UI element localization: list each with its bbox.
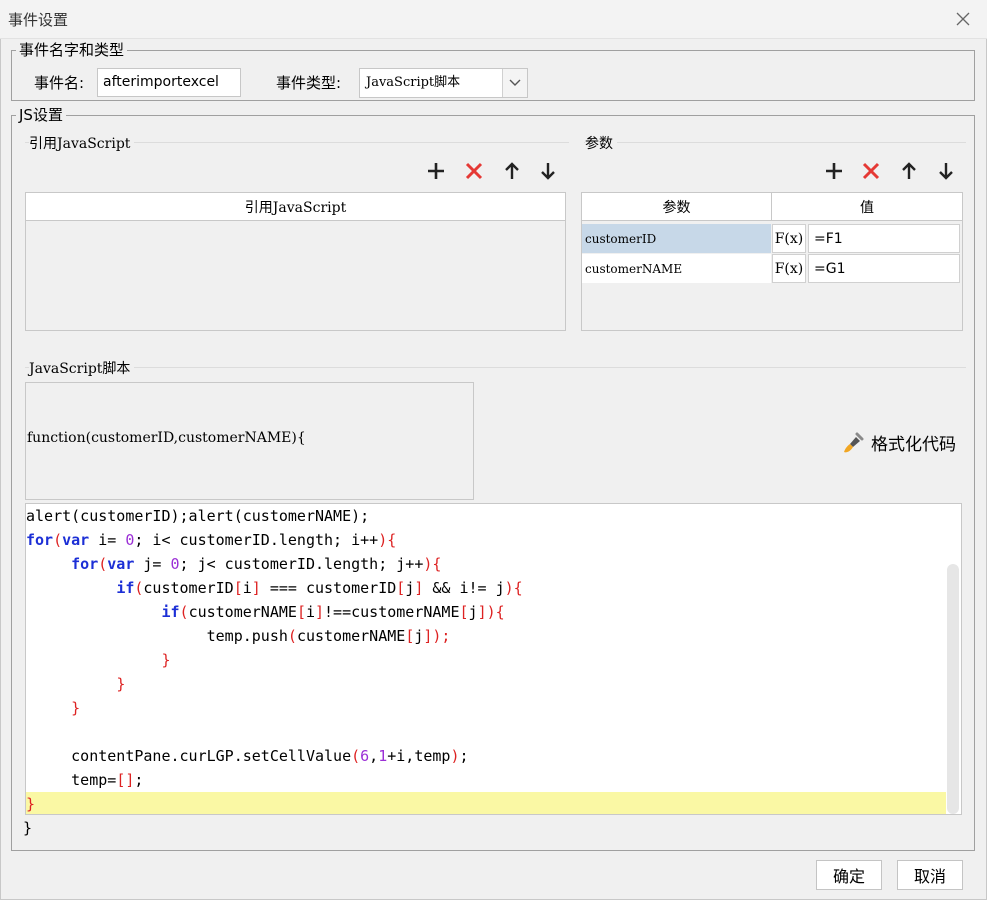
arrow-up-icon[interactable] <box>500 159 524 183</box>
code-line: } <box>161 651 171 669</box>
event-type-select[interactable]: JavaScript脚本 <box>359 68 528 98</box>
code-editor[interactable]: alert(customerID);alert(customerNAME); f… <box>25 503 962 815</box>
event-name-input[interactable]: afterimportexcel <box>97 68 241 97</box>
code-line: contentPane.curLGP.setCellValue(6,1+i,te… <box>26 747 469 765</box>
code-line-current: } <box>26 792 946 814</box>
window-title: 事件设置 <box>8 11 69 29</box>
function-closing-brace: } <box>23 819 33 837</box>
dialog-body: 事件名字和类型 事件名: afterimportexcel 事件类型: Java… <box>0 39 987 900</box>
function-signature: function(customerID,customerNAME){ <box>27 430 306 446</box>
plus-icon[interactable] <box>822 159 846 183</box>
script-section-title: JavaScript脚本 <box>29 358 135 378</box>
event-name-label: 事件名: <box>34 74 85 92</box>
code-scrollbar[interactable] <box>947 564 959 814</box>
cancel-button[interactable]: 取消 <box>897 860 963 890</box>
delete-x-icon[interactable] <box>462 159 486 183</box>
param-value-input[interactable]: =G1 <box>808 254 960 283</box>
arrow-up-icon[interactable] <box>897 159 921 183</box>
arrow-down-icon[interactable] <box>536 159 560 183</box>
param-value-input[interactable]: =F1 <box>808 224 960 253</box>
param-name-cell[interactable]: customerID <box>582 224 771 253</box>
param-name-cell[interactable]: customerNAME <box>582 254 771 283</box>
param-column-header[interactable]: 参数 <box>582 193 772 221</box>
format-code-label: 格式化代码 <box>871 435 956 455</box>
value-column-header[interactable]: 值 <box>772 193 962 221</box>
ref-js-table: 引用JavaScript <box>25 192 566 331</box>
code-line: } <box>116 675 126 693</box>
code-line: } <box>71 699 81 717</box>
code-line: for(var j= 0; j< customerID.length; j++)… <box>71 555 442 573</box>
brush-icon <box>842 432 866 454</box>
title-bar: 事件设置 <box>0 0 987 39</box>
code-line: if(customerNAME[i]!==customerNAME[j]){ <box>161 603 505 621</box>
name-type-legend: 事件名字和类型 <box>19 41 125 59</box>
plus-icon[interactable] <box>424 159 448 183</box>
event-type-label: 事件类型: <box>276 74 342 92</box>
ok-button[interactable]: 确定 <box>816 860 882 890</box>
arrow-down-icon[interactable] <box>934 159 958 183</box>
ref-js-column-header[interactable]: 引用JavaScript <box>26 193 565 221</box>
close-icon[interactable] <box>949 6 977 32</box>
ref-section-title: 引用JavaScript <box>29 133 135 153</box>
code-line: alert(customerID);alert(customerNAME); <box>26 507 370 525</box>
chevron-down-icon[interactable] <box>502 69 527 97</box>
params-table: 参数 值 customerID F(x) =F1 customerNAME F(… <box>581 192 963 331</box>
params-section-divider <box>584 142 966 143</box>
script-section-divider <box>25 367 966 368</box>
delete-x-icon[interactable] <box>859 159 883 183</box>
formula-icon[interactable]: F(x) <box>772 224 806 253</box>
format-code-button[interactable]: 格式化代码 <box>842 430 956 455</box>
js-settings-legend: JS设置 <box>19 106 63 124</box>
params-section-title: 参数 <box>585 133 617 153</box>
event-type-value: JavaScript脚本 <box>366 75 461 90</box>
code-line: temp.push(customerNAME[j]); <box>26 627 451 645</box>
formula-icon[interactable]: F(x) <box>772 254 806 283</box>
code-line: if(customerID[i] === customerID[j] && i!… <box>116 579 523 597</box>
code-line: for(var i= 0; i< customerID.length; i++)… <box>26 531 397 549</box>
code-line: temp=[]; <box>26 771 144 789</box>
